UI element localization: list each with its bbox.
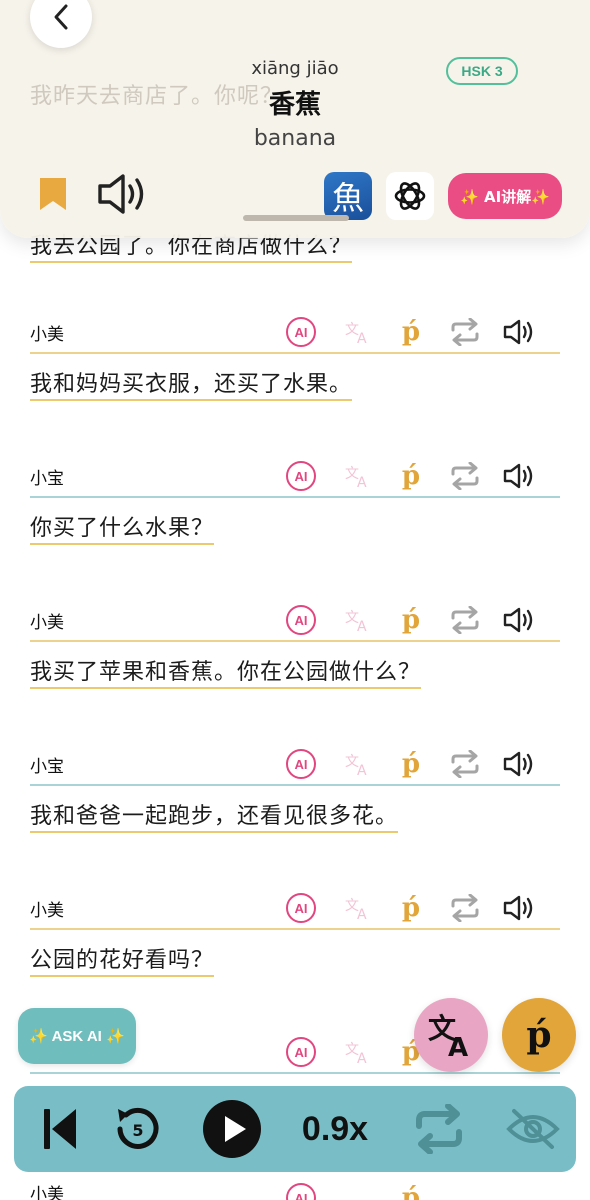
turn-toolbar: AI 文A ṕ (284, 314, 544, 350)
bookmark-icon[interactable] (38, 176, 68, 212)
repeat-icon[interactable] (448, 892, 482, 924)
translate-icon[interactable]: 文A (342, 1036, 376, 1068)
speaker-icon[interactable] (502, 604, 536, 636)
sentence-text[interactable]: 我买了苹果和香蕉。你在公园做什么？ (30, 654, 560, 689)
ai-explain-button[interactable]: AI (284, 1182, 318, 1200)
pinyin-toggle-icon[interactable]: ṕ (394, 604, 428, 636)
ai-explain-word-button[interactable]: ✨ AI讲解✨ (448, 173, 562, 219)
speaker-icon[interactable] (502, 316, 536, 348)
svg-text:A: A (357, 619, 367, 633)
ai-explain-button[interactable]: AI (284, 892, 318, 924)
pinyin-toggle-button[interactable]: ṕ (502, 998, 576, 1072)
dictionary-app-button[interactable]: 魚 (324, 172, 372, 220)
pinyin-toggle-icon[interactable]: ṕ (394, 1182, 428, 1200)
svg-text:A: A (357, 331, 367, 345)
repeat-icon (416, 1104, 462, 1154)
word-hanzi: 香蕉 (268, 90, 321, 120)
ai-explain-button[interactable]: AI (284, 748, 318, 780)
translate-icon[interactable]: 文A (342, 460, 376, 492)
divider (30, 496, 560, 498)
repeat-icon[interactable] (448, 604, 482, 636)
pinyin-toggle-icon[interactable]: ṕ (394, 892, 428, 924)
divider (30, 352, 560, 354)
repeat-icon[interactable] (448, 316, 482, 348)
skip-previous-icon (44, 1109, 76, 1149)
svg-text:A: A (357, 475, 367, 489)
ask-ai-button[interactable]: ✨ ASK AI ✨ (18, 1008, 136, 1064)
sentence-text[interactable]: 我和妈妈买衣服，还买了水果。 (30, 366, 560, 401)
translate-toggle-button[interactable]: 文 A (414, 998, 488, 1072)
svg-text:A: A (357, 1051, 367, 1065)
loop-button[interactable] (408, 1086, 470, 1172)
translate-icon[interactable]: 文A (342, 604, 376, 636)
speaker-icon[interactable] (502, 748, 536, 780)
eye-off-icon (506, 1109, 560, 1149)
turn-toolbar: AI 文A ṕ (284, 602, 544, 638)
hsk-level-badge: HSK 3 (446, 57, 518, 85)
divider (30, 640, 560, 642)
ai-explain-button[interactable]: AI (284, 1036, 318, 1068)
turn-toolbar: AI 文A ṕ (284, 458, 544, 494)
svg-text:A: A (448, 1033, 468, 1060)
pinyin-toggle-icon[interactable]: ṕ (394, 316, 428, 348)
ai-explain-button[interactable]: AI (284, 316, 318, 348)
chatgpt-icon (394, 182, 426, 210)
rewind-button[interactable]: 5 (110, 1086, 166, 1172)
rewind-icon: 5 (117, 1107, 159, 1149)
play-button[interactable] (200, 1086, 264, 1172)
divider (30, 784, 560, 786)
hide-text-button[interactable] (504, 1086, 562, 1172)
translate-icon[interactable]: 文A (342, 316, 376, 348)
back-button[interactable] (30, 0, 92, 48)
ai-explain-button[interactable]: AI (284, 604, 318, 636)
speaker-icon[interactable] (502, 892, 536, 924)
pinyin-toggle-icon[interactable]: ṕ (394, 748, 428, 780)
turn-toolbar: AI 文A ṕ (284, 890, 544, 926)
drag-handle[interactable] (243, 215, 349, 221)
previous-button[interactable] (38, 1086, 82, 1172)
translate-icon[interactable]: 文A (342, 892, 376, 924)
pinyin-toggle-icon[interactable]: ṕ (394, 460, 428, 492)
repeat-icon[interactable] (448, 460, 482, 492)
playback-speed-button[interactable]: 0.9x (290, 1086, 380, 1172)
chevron-left-icon (54, 4, 68, 30)
translate-icon[interactable]: 文A (342, 748, 376, 780)
chatgpt-app-button[interactable] (386, 172, 434, 220)
sentence-text[interactable]: 公园的花好看吗？ (30, 942, 560, 977)
pinyin-icon: ṕ (526, 1014, 552, 1056)
sentence-text[interactable]: 你买了什么水果？ (30, 510, 560, 545)
svg-text:A: A (357, 907, 367, 921)
translate-icon: 文 A (428, 1012, 468, 1060)
word-meaning: banana (253, 126, 337, 151)
turn-toolbar: AI 文A ṕ (284, 746, 544, 782)
divider (30, 928, 560, 930)
ai-explain-button[interactable]: AI (284, 460, 318, 492)
play-icon (203, 1100, 261, 1158)
speaker-icon[interactable] (96, 172, 152, 216)
playback-bar: 5 0.9x (14, 1086, 576, 1172)
speaker-icon[interactable] (502, 460, 536, 492)
word-card: 我昨天去商店了。你呢？ xiāng jiāo 香蕉 banana HSK 3 魚… (0, 0, 590, 238)
svg-text:5: 5 (132, 1121, 143, 1140)
repeat-icon[interactable] (448, 748, 482, 780)
sentence-text[interactable]: 我和爸爸一起跑步，还看见很多花。 (30, 798, 560, 833)
svg-text:A: A (357, 763, 367, 777)
divider (30, 1072, 560, 1074)
turn-toolbar: AI ṕ (284, 1180, 544, 1200)
